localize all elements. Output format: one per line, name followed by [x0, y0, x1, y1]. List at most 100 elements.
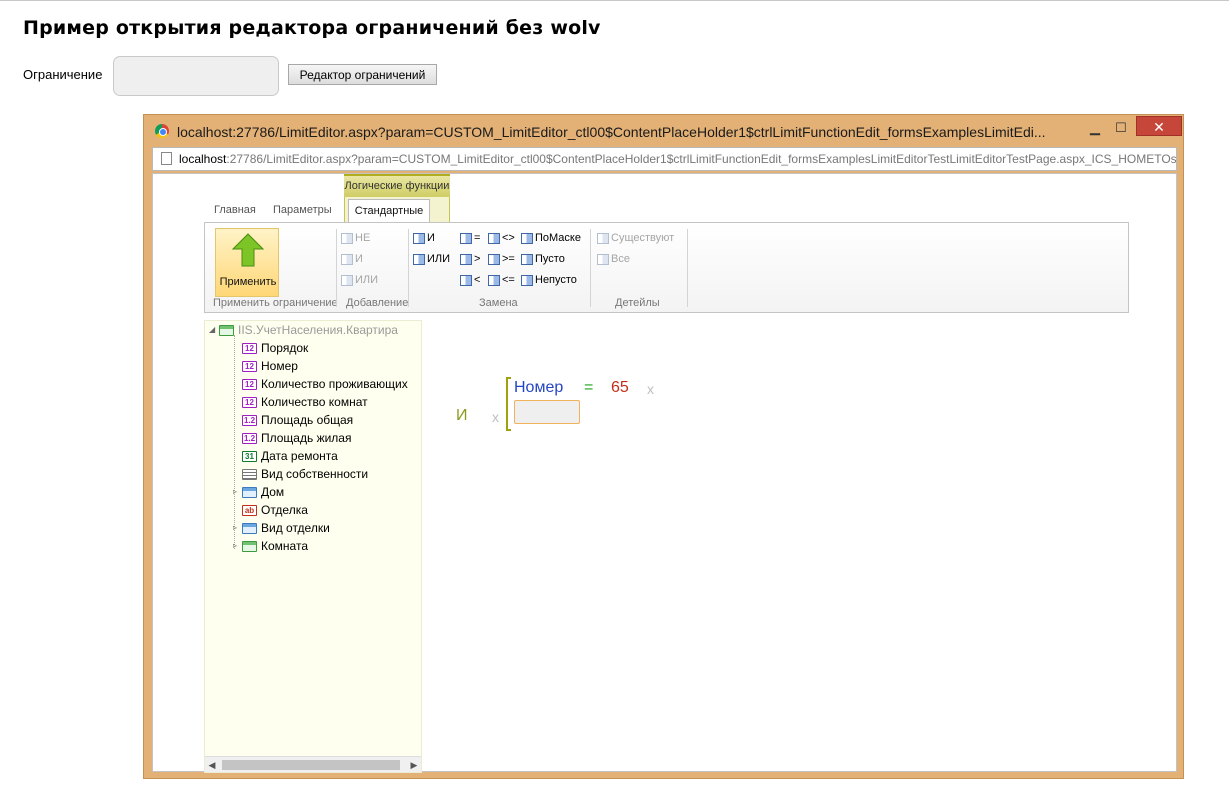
operator-icon [521, 233, 533, 244]
limit-field-label: Ограничение [23, 67, 103, 82]
tree-item-order[interactable]: 12 Порядок [232, 339, 308, 357]
replace-empty-button[interactable]: Пусто [521, 252, 565, 267]
group-separator [336, 229, 337, 307]
operator-icon [413, 254, 425, 265]
table-green-icon [242, 540, 257, 552]
top-border [0, 0, 1229, 1]
condition-value[interactable]: 65 [611, 379, 629, 397]
close-button[interactable]: ✕ [1136, 116, 1182, 136]
tree-item-finishing[interactable]: ab Отделка [232, 501, 308, 519]
apply-button-label: Применить [219, 276, 277, 288]
tab-standard[interactable]: Стандартные [348, 199, 430, 223]
operator-icon [341, 275, 353, 286]
tree-item-ownership[interactable]: Вид собственности [232, 465, 368, 483]
add-and-button[interactable]: И [341, 252, 363, 267]
float-icon: 1.2 [242, 432, 257, 444]
editor-client-area: Главная Параметры Логические функции Ста… [152, 173, 1177, 773]
maximize-button[interactable]: ☐ [1108, 119, 1134, 137]
condition-operator[interactable]: = [584, 379, 593, 397]
tree-root[interactable]: ◢ IIS.УчетНаселения.Квартира [209, 321, 398, 339]
tree-item-number[interactable]: 12 Номер [232, 357, 298, 375]
group-label-add: Добавление [346, 297, 409, 309]
address-bar[interactable]: localhost:27786/LimitEditor.aspx?param=C… [152, 147, 1177, 171]
apply-button[interactable]: Применить [215, 228, 279, 297]
scroll-left-icon[interactable]: ◀ [205, 757, 219, 773]
replace-and-button[interactable]: И [413, 231, 435, 246]
replace-eq-button[interactable]: = [460, 231, 480, 246]
add-or-button[interactable]: ИЛИ [341, 273, 378, 288]
tree-item-house[interactable]: ▹ Дом [232, 483, 284, 501]
group-separator [408, 229, 409, 307]
replace-or-button[interactable]: ИЛИ [413, 252, 450, 267]
tree-item-total-area[interactable]: 1.2 Площадь общая [232, 411, 353, 429]
replace-gte-button[interactable]: >= [488, 252, 515, 267]
replace-lte-button[interactable]: <= [488, 273, 515, 288]
expand-icon[interactable]: ▹ [232, 519, 238, 537]
operator-icon [521, 254, 533, 265]
integer-icon: 12 [242, 378, 257, 390]
integer-icon: 12 [242, 396, 257, 408]
group-bracket [506, 377, 511, 431]
operator-icon [597, 254, 609, 265]
collapse-icon[interactable]: ◢ [209, 321, 215, 339]
replace-neq-button[interactable]: <> [488, 231, 515, 246]
remove-operator-button[interactable]: x [492, 409, 499, 425]
operator-icon [488, 233, 500, 244]
attribute-tree: ◢ IIS.УчетНаселения.Квартира 12 Порядок 1… [204, 320, 422, 773]
open-limit-editor-button[interactable]: Редактор ограничений [288, 64, 437, 85]
operator-icon [488, 254, 500, 265]
page-title: Пример открытия редактора ограничений бе… [23, 17, 601, 39]
replace-mask-button[interactable]: ПоМаске [521, 231, 581, 246]
operator-icon [597, 233, 609, 244]
ribbon-tabs: Главная Параметры Логические функции Ста… [153, 174, 1176, 223]
group-label-apply: Применить ограничение [213, 297, 338, 309]
expand-icon[interactable]: ▹ [232, 537, 238, 555]
table-green-icon [219, 324, 234, 336]
table-icon [242, 486, 257, 498]
scroll-thumb[interactable] [222, 760, 400, 770]
tree-horizontal-scrollbar[interactable]: ◀ ▶ [205, 756, 421, 772]
group-label-details: Детейлы [615, 297, 660, 309]
tree-item-repair-date[interactable]: 31 Дата ремонта [232, 447, 338, 465]
context-tab-header: Логические функции [344, 174, 450, 197]
replace-lt-button[interactable]: < [460, 273, 480, 288]
scroll-right-icon[interactable]: ▶ [407, 757, 421, 773]
operator-icon [460, 233, 472, 244]
condition-field[interactable]: Номер [514, 379, 563, 397]
string-icon: ab [242, 504, 257, 516]
integer-icon: 12 [242, 342, 257, 354]
operator-icon [460, 275, 472, 286]
remove-condition-button[interactable]: x [647, 381, 654, 397]
logical-operator[interactable]: И [456, 407, 468, 425]
window-title: localhost:27786/LimitEditor.aspx?param=C… [177, 124, 1046, 140]
details-all-button[interactable]: Все [597, 252, 630, 267]
group-separator [590, 229, 591, 307]
empty-condition-slot[interactable] [514, 400, 580, 424]
list-icon [242, 468, 257, 480]
expand-icon[interactable]: ▹ [232, 483, 238, 501]
minimize-button[interactable]: ▁ [1082, 119, 1108, 137]
tree-item-residents[interactable]: 12 Количество проживающих [232, 375, 408, 393]
replace-gt-button[interactable]: > [460, 252, 480, 267]
add-not-button[interactable]: НЕ [341, 231, 370, 246]
tree-item-finishing-type[interactable]: ▹ Вид отделки [232, 519, 330, 537]
integer-icon: 12 [242, 360, 257, 372]
operator-icon [521, 275, 533, 286]
tree-item-room[interactable]: ▹ Комната [232, 537, 308, 555]
operator-icon [460, 254, 472, 265]
tree-item-rooms-count[interactable]: 12 Количество комнат [232, 393, 368, 411]
limit-field[interactable] [113, 56, 279, 96]
address-host: localhost [179, 152, 227, 166]
operator-icon [488, 275, 500, 286]
float-icon: 1.2 [242, 414, 257, 426]
page-icon [161, 152, 172, 165]
tab-parameters[interactable]: Параметры [273, 204, 332, 216]
details-exist-button[interactable]: Существуют [597, 231, 674, 246]
operator-icon [341, 233, 353, 244]
tab-main[interactable]: Главная [214, 204, 256, 216]
replace-notempty-button[interactable]: Непусто [521, 273, 577, 288]
table-icon [242, 522, 257, 534]
tree-item-living-area[interactable]: 1.2 Площадь жилая [232, 429, 351, 447]
date-icon: 31 [242, 450, 257, 462]
group-label-replace: Замена [479, 297, 518, 309]
